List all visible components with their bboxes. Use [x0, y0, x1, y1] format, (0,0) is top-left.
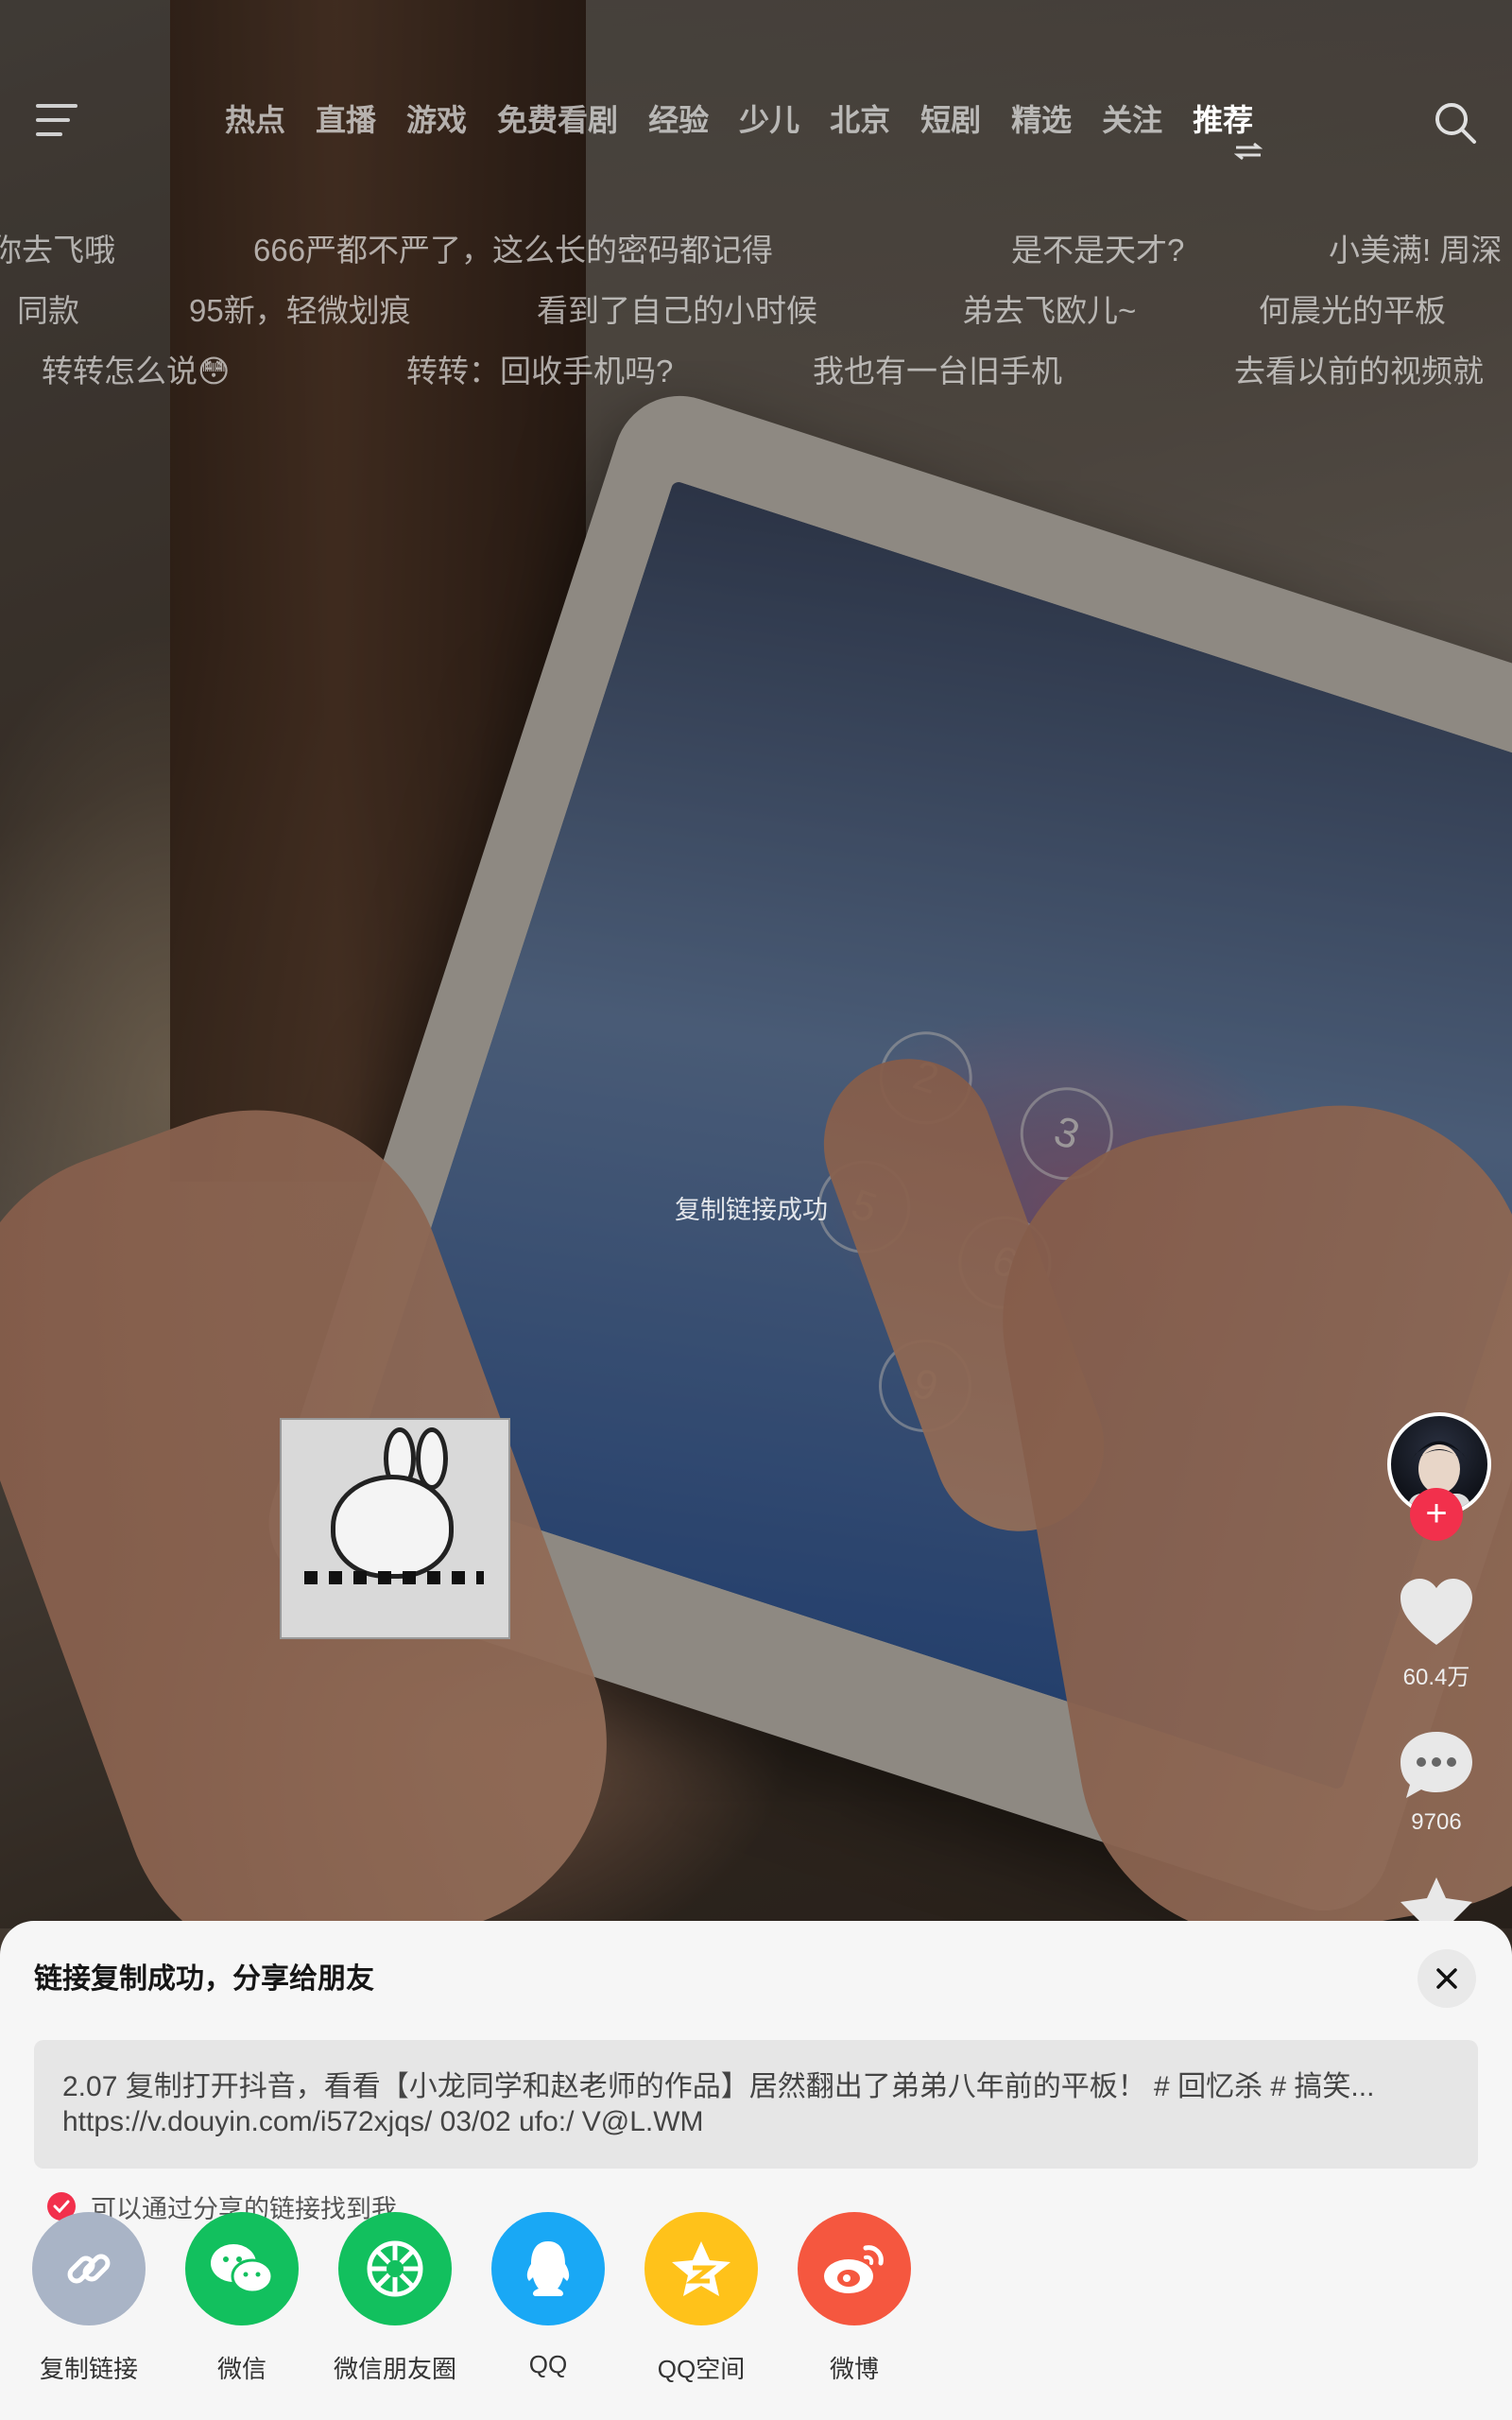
share-weibo[interactable]: 微博	[788, 2212, 920, 2385]
tab-live[interactable]: 直播	[316, 87, 376, 153]
tab-beijing[interactable]: 北京	[830, 87, 890, 153]
share-sheet: 链接复制成功，分享给朋友 2.07 复制打开抖音，看看【小龙同学和赵老师的作品】…	[0, 1921, 1512, 2420]
share-label: 微信	[216, 2355, 266, 2383]
share-wechat[interactable]: 微信	[176, 2212, 308, 2385]
share-label: 微信朋友圈	[333, 2355, 456, 2383]
link-icon	[32, 2212, 146, 2325]
moments-icon	[338, 2212, 452, 2325]
danmaku-item: 何晨光的平板	[1259, 293, 1446, 328]
share-label: 复制链接	[39, 2355, 138, 2383]
danmaku-item: 95新，轻微划痕	[189, 293, 411, 328]
tab-kids[interactable]: 少儿	[739, 87, 799, 153]
like-heart-icon[interactable]	[1399, 1579, 1474, 1647]
switch-arrows-icon	[1234, 142, 1263, 161]
share-link-text: 2.07 复制打开抖音，看看【小龙同学和赵老师的作品】居然翻出了弟弟八年前的平板…	[62, 2071, 1375, 2102]
share-link-box[interactable]: 2.07 复制打开抖音，看看【小龙同学和赵老师的作品】居然翻出了弟弟八年前的平板…	[34, 2040, 1478, 2169]
like-count: 60.4万	[1402, 1665, 1470, 1690]
danmaku-item: 弟去飞欧儿~	[962, 293, 1137, 328]
share-wechat-moments[interactable]: 微信朋友圈	[329, 2212, 461, 2385]
tab-free-drama[interactable]: 免费看剧	[497, 87, 618, 153]
danmaku-item: 转转怎么说😳	[42, 354, 231, 389]
danmaku-item: 666严都不严了，这么长的密码都记得	[253, 233, 774, 268]
danmaku-item: 我也有一台旧手机	[813, 354, 1062, 389]
share-label: QQ空间	[657, 2355, 746, 2383]
comment-bubble-icon[interactable]	[1399, 1730, 1474, 1802]
wechat-icon	[185, 2212, 299, 2325]
danmaku-item: 小美满! 周深	[1329, 233, 1503, 268]
share-label: 微博	[829, 2355, 879, 2383]
tab-featured[interactable]: 精选	[1011, 87, 1072, 153]
menu-icon[interactable]	[36, 104, 77, 136]
tab-short-drama[interactable]: 短剧	[920, 87, 981, 153]
share-copy-link[interactable]: 复制链接	[23, 2212, 155, 2385]
danmaku-item: 转转：回收手机吗?	[406, 354, 674, 389]
danmaku-item: 看到了自己的小时候	[537, 293, 817, 328]
favorite-star-icon[interactable]	[1399, 1877, 1474, 1921]
share-qq[interactable]: QQ	[482, 2212, 614, 2379]
share-label: QQ	[528, 2350, 568, 2378]
share-qzone[interactable]: QQ空间	[635, 2212, 767, 2385]
tab-games[interactable]: 游戏	[406, 87, 467, 153]
follow-button[interactable]: +	[1410, 1488, 1463, 1541]
danmaku-item: 是不是天才?	[1011, 233, 1185, 268]
comment-count: 9706	[1411, 1809, 1462, 1835]
danmaku-item: 同款	[17, 293, 79, 328]
search-icon[interactable]	[1433, 100, 1478, 146]
weibo-icon	[798, 2212, 911, 2325]
share-link-url: https://v.douyin.com/i572xjqs/ 03/02 ufo…	[62, 2106, 704, 2137]
tab-experience[interactable]: 经验	[648, 87, 709, 153]
copy-success-toast: 复制链接成功	[675, 1196, 828, 1224]
qzone-icon	[644, 2212, 758, 2325]
close-button[interactable]	[1418, 1949, 1476, 2008]
share-sheet-title: 链接复制成功，分享给朋友	[34, 1963, 374, 1995]
top-nav: 热点 直播 游戏 免费看剧 经验 少儿 北京 短剧 精选 关注 推荐	[0, 87, 1512, 161]
tab-hot[interactable]: 热点	[225, 87, 285, 153]
qq-icon	[491, 2212, 605, 2325]
tab-following[interactable]: 关注	[1102, 87, 1162, 153]
top-tabs: 热点 直播 游戏 免费看剧 经验 少儿 北京 短剧 精选 关注 推荐	[225, 87, 1253, 153]
danmaku-item: 去看以前的视频就	[1234, 354, 1484, 389]
danmaku-item: 你去飞哦	[0, 233, 115, 268]
rabbit-sticker	[280, 1418, 510, 1639]
close-icon	[1436, 1968, 1457, 1989]
